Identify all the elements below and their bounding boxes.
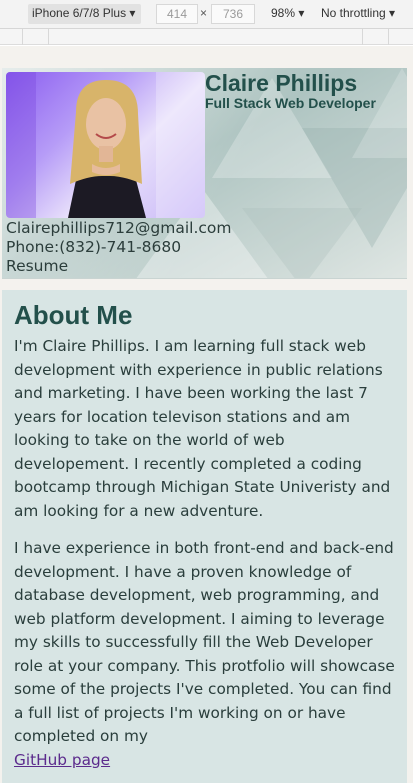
times-icon: × [200,6,208,20]
email-text: Clairephillips712@gmail.com [6,219,232,237]
about-paragraph-2: I have experience in both front-end and … [14,537,395,772]
header-banner: Claire Phillips Full Stack Web Developer… [2,68,407,279]
zoom-select[interactable]: 98% ▾ [271,6,304,20]
person-name: Claire Phillips [205,70,358,96]
about-title: About Me [14,300,133,330]
about-paragraph-1: I'm Claire Phillips. I am learning full … [14,337,391,520]
device-toolbar: iPhone 6/7/8 Plus ▾ 414 × 736 98% ▾ No t… [0,0,413,29]
github-link[interactable]: GitHub page [14,751,110,769]
device-select[interactable]: iPhone 6/7/8 Plus ▾ [28,4,141,24]
page-viewport: Claire Phillips Full Stack Web Developer… [0,46,413,783]
phone-text: Phone:(832)-741-8680 [6,238,182,256]
about-section: About Me I'm Claire Phillips. I am learn… [2,290,407,783]
contact-info: Clairephillips712@gmail.com Phone:(832)-… [6,219,231,276]
profile-photo [6,72,205,218]
job-title: Full Stack Web Developer [205,95,376,111]
media-query-ruler[interactable] [0,29,413,45]
about-paragraph-2-text: I have experience in both front-end and … [14,539,395,745]
throttling-select[interactable]: No throttling ▾ [321,6,395,20]
width-input[interactable]: 414 [156,4,198,24]
height-input[interactable]: 736 [211,4,255,24]
resume-link[interactable]: Resume [6,257,231,276]
